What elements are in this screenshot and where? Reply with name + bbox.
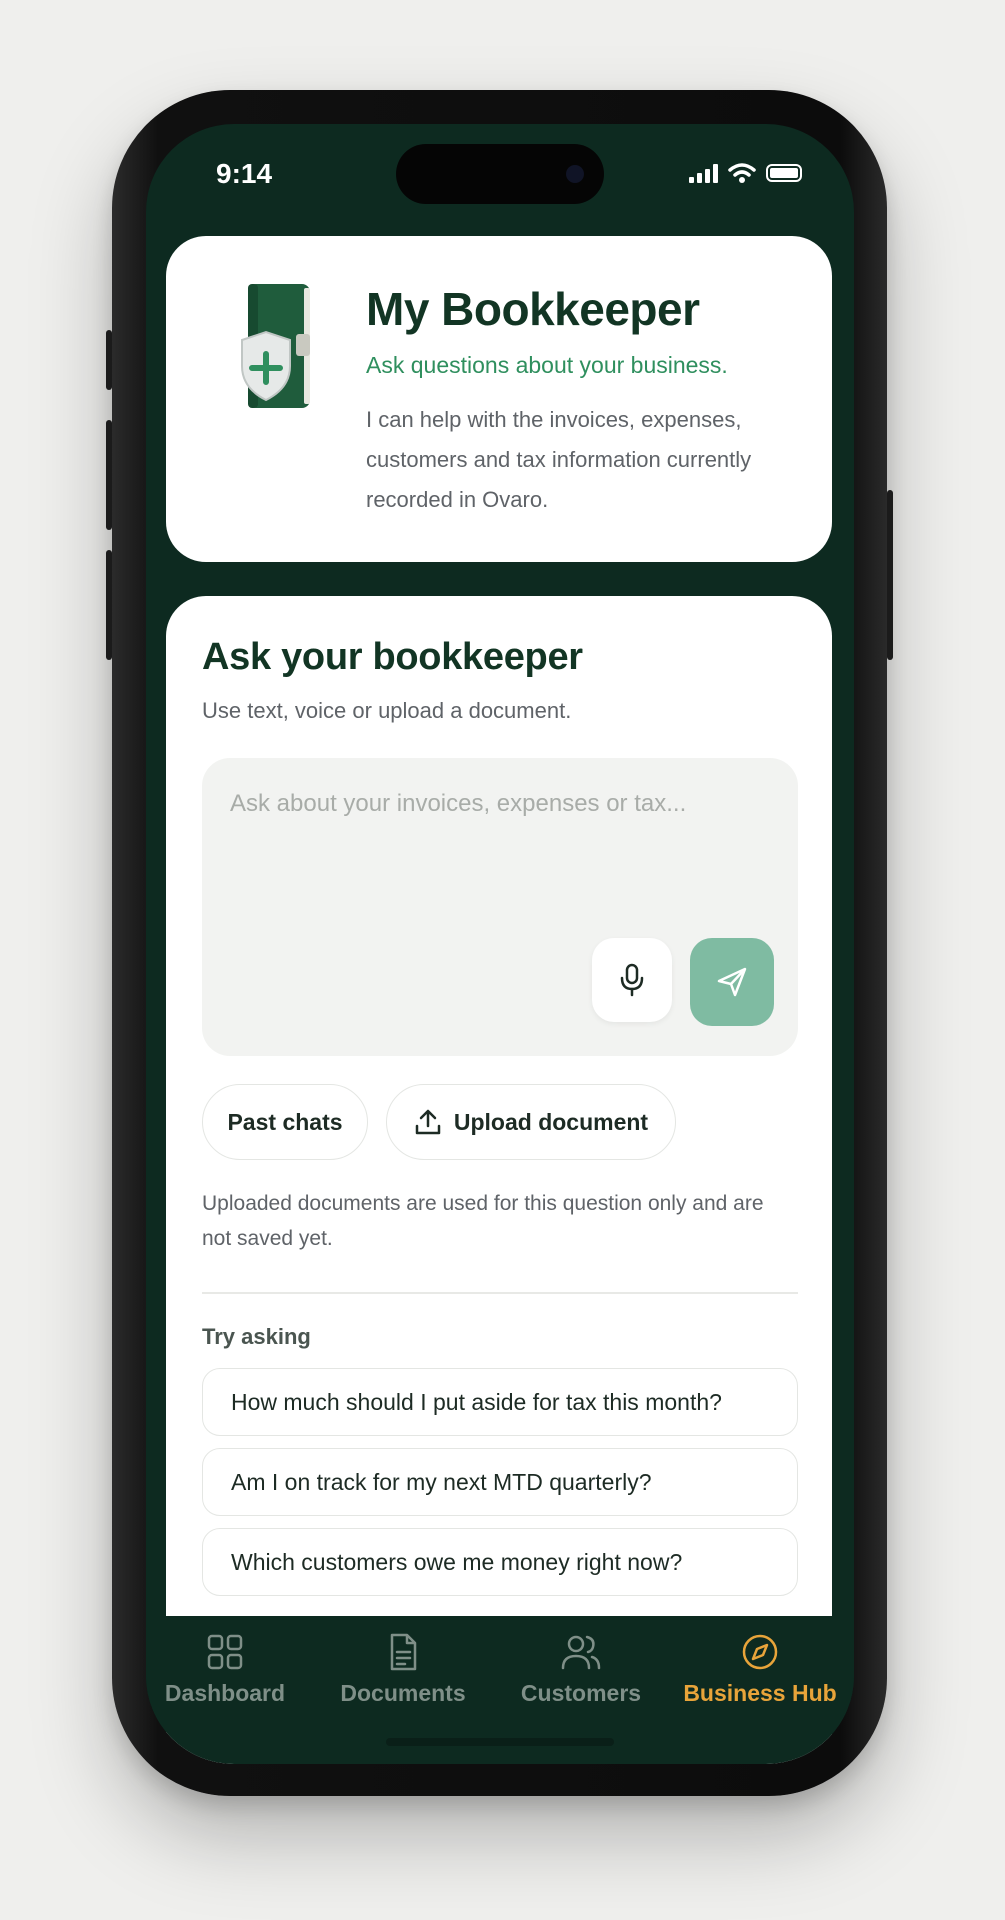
camera-icon	[566, 165, 584, 183]
status-time: 9:14	[216, 158, 273, 189]
signal-icon	[689, 163, 718, 183]
tab-label: Business Hub	[683, 1680, 837, 1706]
tab-customers[interactable]: Customers	[506, 1632, 656, 1707]
ask-card: Ask your bookkeeper Use text, voice or u…	[166, 596, 832, 1764]
battery-icon	[766, 164, 802, 182]
tab-label: Dashboard	[164, 1680, 286, 1706]
microphone-icon	[620, 963, 644, 997]
suggestion-item[interactable]: Which customers owe me money right now?	[202, 1528, 798, 1596]
send-icon	[717, 967, 747, 997]
action-button	[106, 330, 112, 390]
divider	[202, 1292, 798, 1294]
phone-screen: 9:14 My Bookkeeper Ask questions about y…	[146, 124, 854, 1764]
users-icon	[561, 1635, 601, 1670]
tab-label: Customers	[520, 1680, 642, 1706]
bookkeeper-book-icon	[220, 284, 316, 424]
compass-icon	[742, 1634, 778, 1670]
home-indicator[interactable]	[386, 1738, 614, 1746]
dynamic-island	[396, 144, 604, 204]
suggestion-item[interactable]: How much should I put aside for tax this…	[202, 1368, 798, 1436]
ask-subtitle: Use text, voice or upload a document.	[202, 698, 572, 723]
past-chats-button[interactable]: Past chats	[202, 1084, 368, 1160]
tab-label: Documents	[340, 1680, 466, 1706]
bottom-tab-bar: Dashboard Documents Customers Business H…	[146, 1616, 854, 1764]
wifi-icon	[728, 163, 756, 183]
page-subtitle: Ask questions about your business.	[366, 352, 728, 378]
status-bar: 9:14	[146, 124, 854, 234]
ask-title: Ask your bookkeeper	[202, 636, 583, 678]
volume-down-button	[106, 550, 112, 660]
tab-business-hub[interactable]: Business Hub	[678, 1632, 842, 1707]
send-button[interactable]	[690, 938, 774, 1026]
upload-document-button[interactable]: Upload document	[386, 1084, 676, 1160]
try-asking-label: Try asking	[202, 1324, 311, 1349]
tab-documents[interactable]: Documents	[328, 1632, 478, 1707]
upload-document-label: Upload document	[453, 1108, 649, 1135]
status-icons	[689, 162, 802, 184]
page-description: I can help with the invoices, expenses, …	[366, 407, 752, 512]
volume-up-button	[106, 420, 112, 530]
power-button	[887, 490, 893, 660]
upload-icon	[415, 1109, 441, 1135]
question-box	[202, 758, 798, 1056]
document-icon	[390, 1633, 417, 1671]
upload-note: Uploaded documents are used for this que…	[202, 1192, 764, 1250]
page-title: My Bookkeeper	[366, 283, 700, 335]
tab-dashboard[interactable]: Dashboard	[150, 1632, 300, 1707]
voice-input-button[interactable]	[592, 938, 672, 1022]
suggestion-item[interactable]: Am I on track for my next MTD quarterly?	[202, 1448, 798, 1516]
grid-icon	[207, 1634, 243, 1670]
bookkeeper-header-card: My Bookkeeper Ask questions about your b…	[166, 236, 832, 562]
